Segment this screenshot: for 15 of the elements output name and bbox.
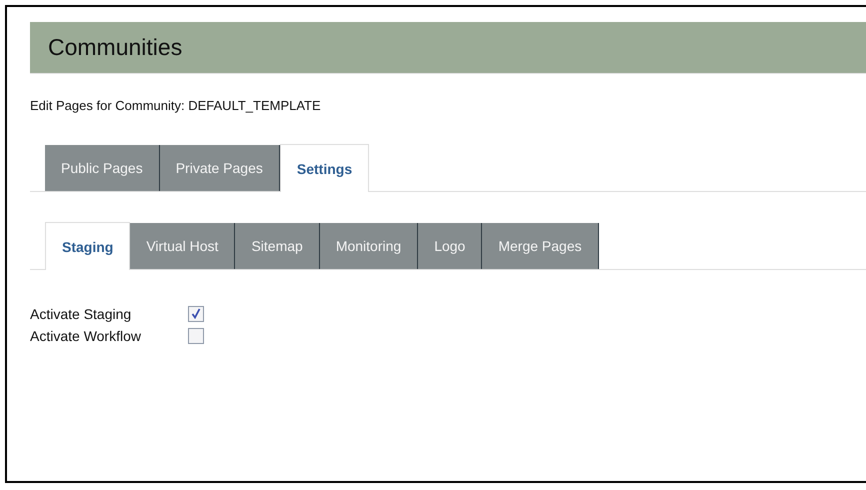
- option-label: Activate Staging: [30, 306, 132, 322]
- tab[interactable]: Sitemap: [235, 223, 320, 269]
- page-title: Communities: [48, 34, 182, 61]
- tab[interactable]: Settings: [280, 144, 370, 192]
- tab[interactable]: Monitoring: [320, 223, 418, 269]
- subtitle: Edit Pages for Community: DEFAULT_TEMPLATE: [30, 98, 322, 113]
- checkbox[interactable]: [188, 306, 204, 322]
- tab[interactable]: Public Pages: [45, 145, 160, 191]
- tab[interactable]: Logo: [418, 223, 482, 269]
- checkbox[interactable]: [188, 328, 204, 344]
- option-label: Activate Workflow: [30, 328, 142, 344]
- tab[interactable]: Merge Pages: [482, 223, 599, 269]
- tab[interactable]: Virtual Host: [130, 223, 236, 269]
- tab[interactable]: Staging: [45, 222, 130, 270]
- tab[interactable]: Private Pages: [160, 145, 280, 191]
